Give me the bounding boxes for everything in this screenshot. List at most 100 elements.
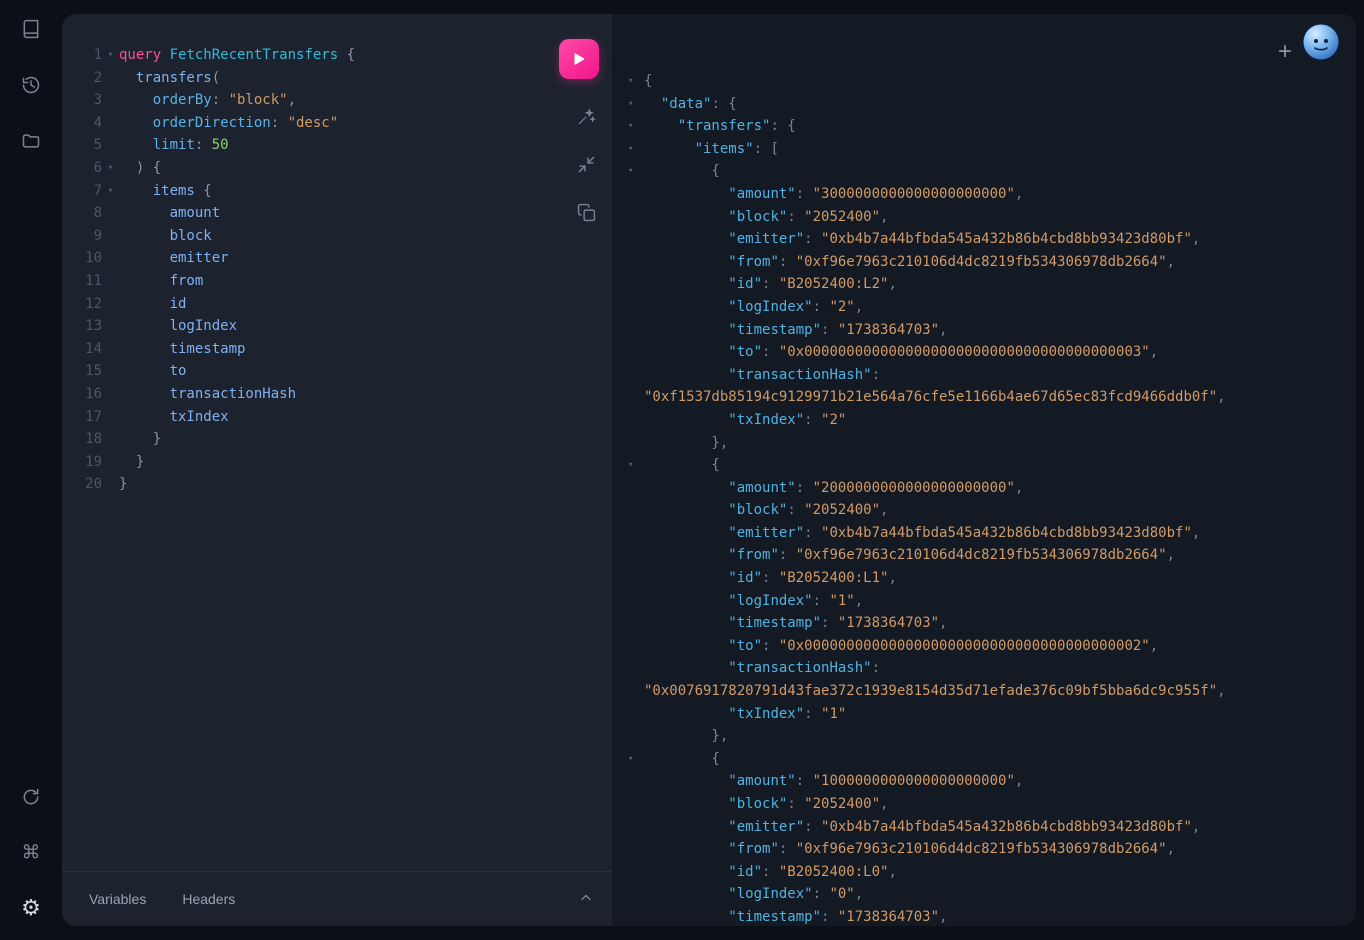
fold-spacer [628,612,644,635]
merge-fragments-icon[interactable] [573,151,599,177]
code-token: "1738364703" [838,615,939,631]
code-token: 50 [212,137,229,153]
code-token: "block" [728,502,787,518]
code-text: block [119,225,612,248]
editor-line[interactable]: 2 transfers( [62,67,612,90]
add-tab-button[interactable]: + [1278,40,1292,64]
editor-line[interactable]: 11 from [62,270,612,293]
fold-toggle-icon[interactable]: ▾ [628,70,644,93]
response-line: ▾ { [628,748,1356,771]
execute-query-button[interactable] [559,39,599,79]
code-text: query FetchRecentTransfers { [119,44,612,67]
copy-query-icon[interactable] [573,199,599,225]
code-token: , [1192,819,1200,835]
editor-line[interactable]: 8 amount [62,202,612,225]
code-text: timestamp [119,338,612,361]
editor-line[interactable]: 9 block [62,225,612,248]
code-token: "0xf96e7963c210106d4dc8219fb534306978db2… [796,841,1167,857]
app-logo[interactable] [1301,22,1341,62]
fold-toggle-icon[interactable]: ▾ [102,180,119,203]
code-token: , [1015,186,1023,202]
editor-line[interactable]: 18 } [62,428,612,451]
editor-line[interactable]: 6▾ ) { [62,157,612,180]
editor-line[interactable]: 10 emitter [62,247,612,270]
code-token [161,47,169,63]
response-line: "timestamp": "1738364703", [628,906,1356,926]
code-token: } [119,454,144,470]
code-text: "emitter": "0xb4b7a44bfbda545a432b86b4cb… [644,228,1200,251]
response-line: ▾ { [628,454,1356,477]
code-token [644,638,728,654]
editor-line[interactable]: 3 orderBy: "block", [62,89,612,112]
editor-line[interactable]: 5 limit: 50 [62,134,612,157]
refetch-schema-icon[interactable] [21,787,41,807]
code-token [644,773,728,789]
code-token: , [880,209,888,225]
keyboard-shortcuts-icon[interactable]: ⌘ [22,844,41,863]
code-text: "emitter": "0xb4b7a44bfbda545a432b86b4cb… [644,816,1200,839]
tab-headers[interactable]: Headers [182,891,235,907]
fold-spacer [628,883,644,906]
code-token: items [119,183,195,199]
code-text: "amount": "1000000000000000000000", [644,770,1023,793]
fold-spacer [628,816,644,839]
code-token: "1000000000000000000000" [813,773,1015,789]
fold-toggle-icon[interactable]: ▾ [628,748,644,771]
editor-line[interactable]: 4 orderDirection: "desc" [62,112,612,135]
tab-variables[interactable]: Variables [89,891,146,907]
code-token: : [195,137,212,153]
sidebar: ⌘ ⚙ [0,0,62,940]
fold-toggle-icon[interactable]: ▾ [628,115,644,138]
editor-line[interactable]: 1▾query FetchRecentTransfers { [62,44,612,67]
fold-toggle-icon[interactable]: ▾ [628,93,644,116]
response-line: "to": "0x0000000000000000000000000000000… [628,635,1356,658]
fold-toggle-icon[interactable]: ▾ [628,160,644,183]
editor-line[interactable]: 14 timestamp [62,338,612,361]
docs-icon[interactable] [21,19,41,39]
code-text: "data": { [644,93,737,116]
code-token: "amount" [728,480,795,496]
code-token: : [813,886,830,902]
code-token: , [288,92,296,108]
editor-line[interactable]: 19 } [62,451,612,474]
code-token: "0xb4b7a44bfbda545a432b86b4cbd8bb93423d8… [821,819,1192,835]
collections-icon[interactable] [21,131,41,151]
code-token: "id" [728,276,762,292]
fold-spacer [628,544,644,567]
history-icon[interactable] [21,75,41,95]
code-token: , [1217,683,1225,699]
code-token: , [939,615,947,631]
editor-line[interactable]: 17 txIndex [62,406,612,429]
editor-line[interactable]: 13 logIndex [62,315,612,338]
fold-toggle-icon[interactable]: ▾ [102,157,119,180]
editor-line[interactable]: 7▾ items { [62,180,612,203]
code-token: "from" [728,254,779,270]
editor-line[interactable]: 15 to [62,360,612,383]
code-text: "from": "0xf96e7963c210106d4dc8219fb5343… [644,544,1175,567]
editor-line[interactable]: 16 transactionHash [62,383,612,406]
editor-line[interactable]: 20} [62,473,612,496]
code-text: "block": "2052400", [644,793,888,816]
code-token: : [762,344,779,360]
code-token: { [644,457,720,473]
fold-toggle-icon[interactable]: ▾ [628,454,644,477]
code-text: "0x0076917820791d43fae372c1939e8154d35d7… [644,680,1226,703]
fold-toggle-icon[interactable]: ▾ [628,138,644,161]
settings-gear-icon[interactable]: ⚙ [21,898,41,920]
code-token: : [813,299,830,315]
fold-spacer [102,406,119,429]
editor-line[interactable]: 12 id [62,293,612,316]
code-token: : [787,209,804,225]
response-line: "timestamp": "1738364703", [628,612,1356,635]
fold-toggle-icon[interactable]: ▾ [102,44,119,67]
collapse-editor-tools-icon[interactable] [578,890,594,909]
code-token: : [762,570,779,586]
code-token: "block" [229,92,288,108]
code-token [644,502,728,518]
code-token: "data" [661,96,712,112]
fold-spacer [628,770,644,793]
code-token: : [804,819,821,835]
query-editor[interactable]: 1▾query FetchRecentTransfers {2 transfer… [62,14,612,871]
prettify-query-icon[interactable] [573,104,599,130]
code-token: emitter [119,250,229,266]
